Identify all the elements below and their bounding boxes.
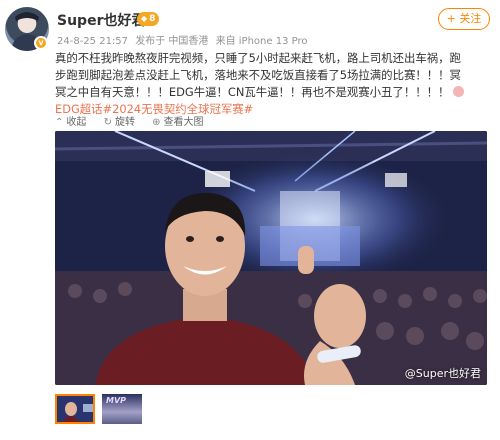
thumbnail-1[interactable] xyxy=(55,394,95,424)
verified-badge-icon: v xyxy=(34,36,48,50)
collapse-label: 收起 xyxy=(66,117,87,128)
level-badge: ◆ 8 xyxy=(137,12,160,26)
collapse-icon: ⌃ xyxy=(55,117,64,128)
thumbnail-2[interactable]: MVP xyxy=(102,394,142,424)
magnify-icon: ⊕ xyxy=(152,117,161,128)
post-time[interactable]: 24-8-25 21:57 xyxy=(57,36,128,47)
post-text-line: 真的不枉我昨晚熬夜肝完视频，只睡了5小时起来赶飞机，路上司机还出车祸，跑 xyxy=(55,51,461,65)
rotate-label: 旋转 xyxy=(114,117,135,128)
post-device: 来自 iPhone 13 Pro xyxy=(215,36,308,47)
rotate-button[interactable]: ↻ 旋转 xyxy=(104,113,135,128)
post-text-segment: 冥之中自有天意！！！EDG牛逼！CN瓦牛逼！！再也不是观赛小丑了！！！！ xyxy=(55,85,450,99)
username[interactable]: Super也好君 xyxy=(57,10,145,30)
post-text: 真的不枉我昨晚熬夜肝完视频，只睡了5小时起来赶飞机，路上司机还出车祸，跑 步跑到… xyxy=(55,50,487,118)
level-icon: ◆ xyxy=(141,14,148,23)
thumbnail-1-image xyxy=(57,396,93,422)
level-value: 8 xyxy=(149,14,156,24)
emoji-icon xyxy=(453,86,465,97)
post-text-line: 冥之中自有天意！！！EDG牛逼！CN瓦牛逼！！再也不是观赛小丑了！！！！ xyxy=(55,84,487,101)
stage-photo-illustration xyxy=(55,131,487,385)
view-large-label: 查看大图 xyxy=(163,117,204,128)
post-text-line: 步跑到脚起泡差点没赶上飞机，落地来不及吃饭直接看了5场拉满的比赛！！！冥 xyxy=(55,68,461,82)
thumbnail-2-text: MVP xyxy=(106,396,127,405)
follow-button[interactable]: + 关注 xyxy=(438,8,490,30)
rotate-icon: ↻ xyxy=(103,117,112,128)
post-photo[interactable]: @Super也好君 xyxy=(55,131,487,385)
post-location: 发布于 中国香港 xyxy=(135,36,209,47)
post-meta: 24-8-25 21:57 发布于 中国香港 来自 iPhone 13 Pro xyxy=(57,32,311,47)
view-large-button[interactable]: ⊕ 查看大图 xyxy=(152,113,203,128)
collapse-button[interactable]: ⌃ 收起 xyxy=(55,113,86,128)
photo-watermark: @Super也好君 xyxy=(404,367,481,380)
image-action-bar: ⌃ 收起 ↻ 旋转 ⊕ 查看大图 xyxy=(55,113,218,129)
